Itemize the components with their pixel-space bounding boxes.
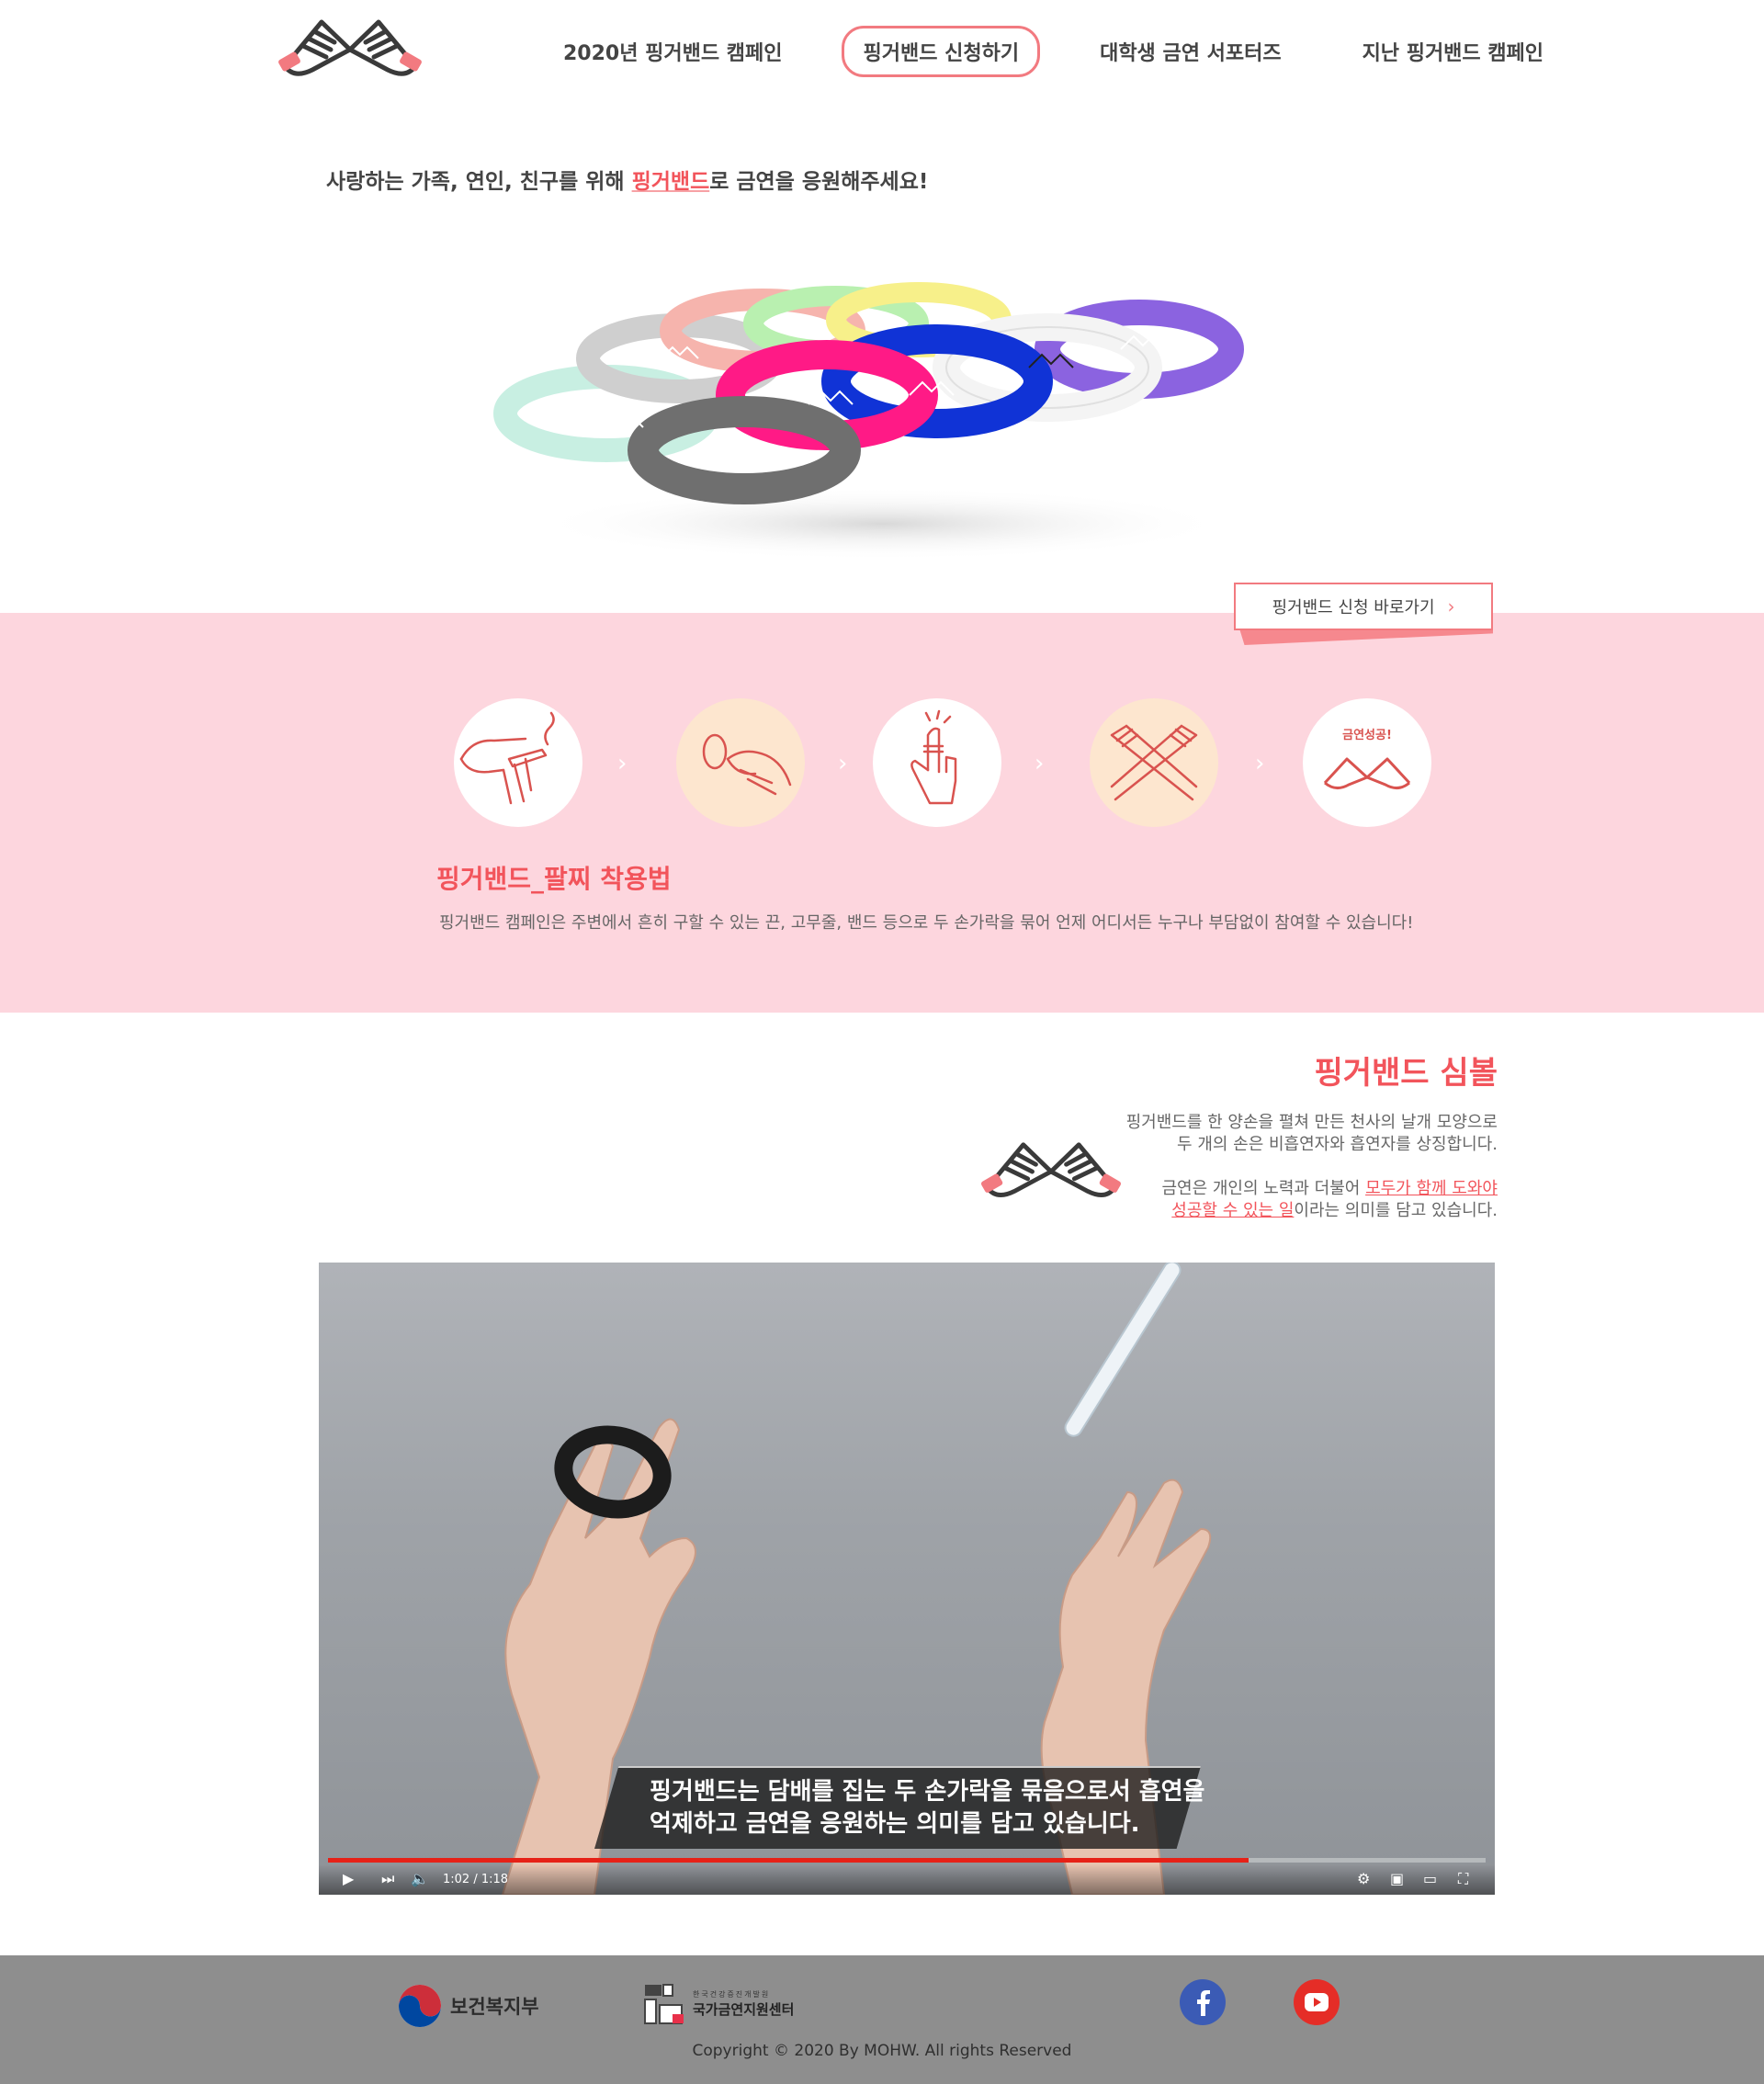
- symbol-title: 핑거밴드 심볼: [1314, 1055, 1498, 1092]
- success-logo-icon: 금연성공!: [1323, 729, 1411, 789]
- taegeuk-icon: [399, 1985, 441, 2027]
- volume-icon[interactable]: 🔈: [411, 1870, 429, 1887]
- step-arrow-1: ›: [617, 750, 628, 777]
- center-name: 국가금연지원센터: [693, 2001, 795, 2018]
- step-hold-cigarette: [454, 698, 582, 827]
- nav-item-2020-campaign[interactable]: 2020년 핑거밴드 캠페인: [542, 26, 803, 77]
- center-small-text: 한국건강증진개발원: [693, 1990, 771, 1999]
- youtube-icon[interactable]: [1294, 1979, 1340, 2025]
- success-badge-text: 금연성공!: [1342, 729, 1392, 742]
- video-caption-line2: 억제하고 금연을 응원하는 의미를 담고 있습니다.: [650, 1810, 1140, 1838]
- miniplayer-icon[interactable]: ▣: [1390, 1870, 1404, 1887]
- step-cross-hands: [1090, 698, 1218, 827]
- site-footer: [0, 1955, 1764, 2084]
- caption-rest: 는 담배를 집는 두 손가락을 묶음으로서 흡연을: [737, 1778, 1205, 1806]
- apply-shortcut-label: 핑거밴드 신청 바로가기: [1272, 598, 1435, 617]
- video-caption-line1: 핑거밴드는 담배를 집는 두 손가락을 묶음으로서 흡연을: [650, 1773, 1204, 1807]
- howto-title: 핑거밴드_팔찌 착용법: [436, 864, 672, 894]
- nav-item-supporters[interactable]: 대학생 금연 서포터즈: [1079, 26, 1302, 77]
- copyright-text: Copyright © 2020 By MOHW. All rights Res…: [692, 2042, 1072, 2060]
- video-player[interactable]: 핑거밴드는 담배를 집는 두 손가락을 묶음으로서 흡연을 억제하고 금연을 응…: [319, 1263, 1495, 1895]
- hero-tagline: 사랑하는 가족, 연인, 친구를 위해 핑거밴드로 금연을 응원해주세요!: [326, 164, 928, 195]
- step-band-fingers: [676, 698, 805, 827]
- crossed-hands-icon: [1110, 724, 1198, 801]
- ministry-logo[interactable]: 보건복지부: [397, 1983, 539, 2029]
- nav-item-apply[interactable]: 핑거밴드 신청하기: [842, 26, 1041, 77]
- symbol-line1: 핑거밴드를 한 양손을 펼쳐 만든 천사의 날개 모양으로: [1125, 1113, 1498, 1132]
- cigarette-hand-icon: [459, 711, 555, 805]
- facebook-icon[interactable]: [1180, 1979, 1226, 2025]
- symbol-line4-highlight: 성공할 수 있는 일: [1171, 1201, 1295, 1220]
- video-time: 1:02 / 1:18: [443, 1873, 509, 1886]
- video-progress-bar[interactable]: [328, 1858, 1486, 1863]
- tagline-highlight: 핑거밴드: [631, 170, 710, 194]
- ministry-name: 보건복지부: [450, 1996, 539, 2018]
- center-emblem-icon: [644, 1984, 684, 2024]
- settings-icon[interactable]: ⚙: [1357, 1870, 1370, 1887]
- next-icon[interactable]: ⏭: [381, 1870, 394, 1888]
- chevron-right-icon: ›: [1447, 595, 1455, 617]
- symbol-line3: 금연은 개인의 노력과 더불어: [1161, 1179, 1366, 1198]
- tied-fingers-icon: [910, 709, 957, 805]
- fingerband-logo[interactable]: [276, 13, 424, 88]
- play-icon[interactable]: ▶: [343, 1870, 354, 1887]
- apply-shortcut-button[interactable]: 핑거밴드 신청 바로가기 ›: [1234, 583, 1493, 630]
- fullscreen-icon[interactable]: ⛶: [1458, 1870, 1468, 1888]
- howto-description: 핑거밴드 캠페인은 주변에서 흔히 구할 수 있는 끈, 고무줄, 밴드 등으로…: [439, 913, 1414, 933]
- step-success: 금연성공!: [1303, 698, 1431, 827]
- band-hand-icon: [702, 733, 792, 796]
- symbol-line3-highlight: 모두가 함께 도와야: [1365, 1179, 1498, 1198]
- theater-mode-icon[interactable]: ▭: [1423, 1870, 1437, 1887]
- step-arrow-3: ›: [1035, 750, 1045, 777]
- symbol-description: 핑거밴드를 한 양손을 펼쳐 만든 천사의 날개 모양으로 두 개의 손은 비흡…: [1126, 1112, 1498, 1244]
- nav-item-past-campaigns[interactable]: 지난 핑거밴드 캠페인: [1341, 26, 1565, 77]
- site-header: 2020년 핑거밴드 캠페인 핑거밴드 신청하기 대학생 금연 서포터즈 지난 …: [0, 0, 1764, 106]
- video-progress-fill: [328, 1858, 1249, 1863]
- symbol-logo: [980, 1142, 1122, 1197]
- step-tie-fingers: [873, 698, 1001, 827]
- howto-steps: › › › › 금연성공!: [454, 698, 1437, 827]
- tagline-after: 로 금연을 응원해주세요!: [709, 170, 929, 194]
- symbol-line4: 이라는 의미를 담고 있습니다.: [1294, 1201, 1498, 1220]
- main-nav: 2020년 핑거밴드 캠페인 핑거밴드 신청하기 대학생 금연 서포터즈 지난 …: [542, 26, 1603, 77]
- wristbands-image: [493, 282, 1244, 561]
- tagline-before: 사랑하는 가족, 연인, 친구를 위해: [326, 170, 632, 194]
- symbol-line2: 두 개의 손은 비흡연자와 흡연자를 상징합니다.: [1177, 1135, 1498, 1154]
- center-logo[interactable]: 한국건강증진개발원 국가금연지원센터: [643, 1983, 794, 2025]
- caption-strong: 핑거밴드: [650, 1778, 738, 1806]
- video-controls: ▶ ⏭ 🔈 1:02 / 1:18 ⚙ ▣ ▭ ⛶: [319, 1864, 1495, 1895]
- step-arrow-4: ›: [1255, 750, 1265, 777]
- step-arrow-2: ›: [838, 750, 848, 777]
